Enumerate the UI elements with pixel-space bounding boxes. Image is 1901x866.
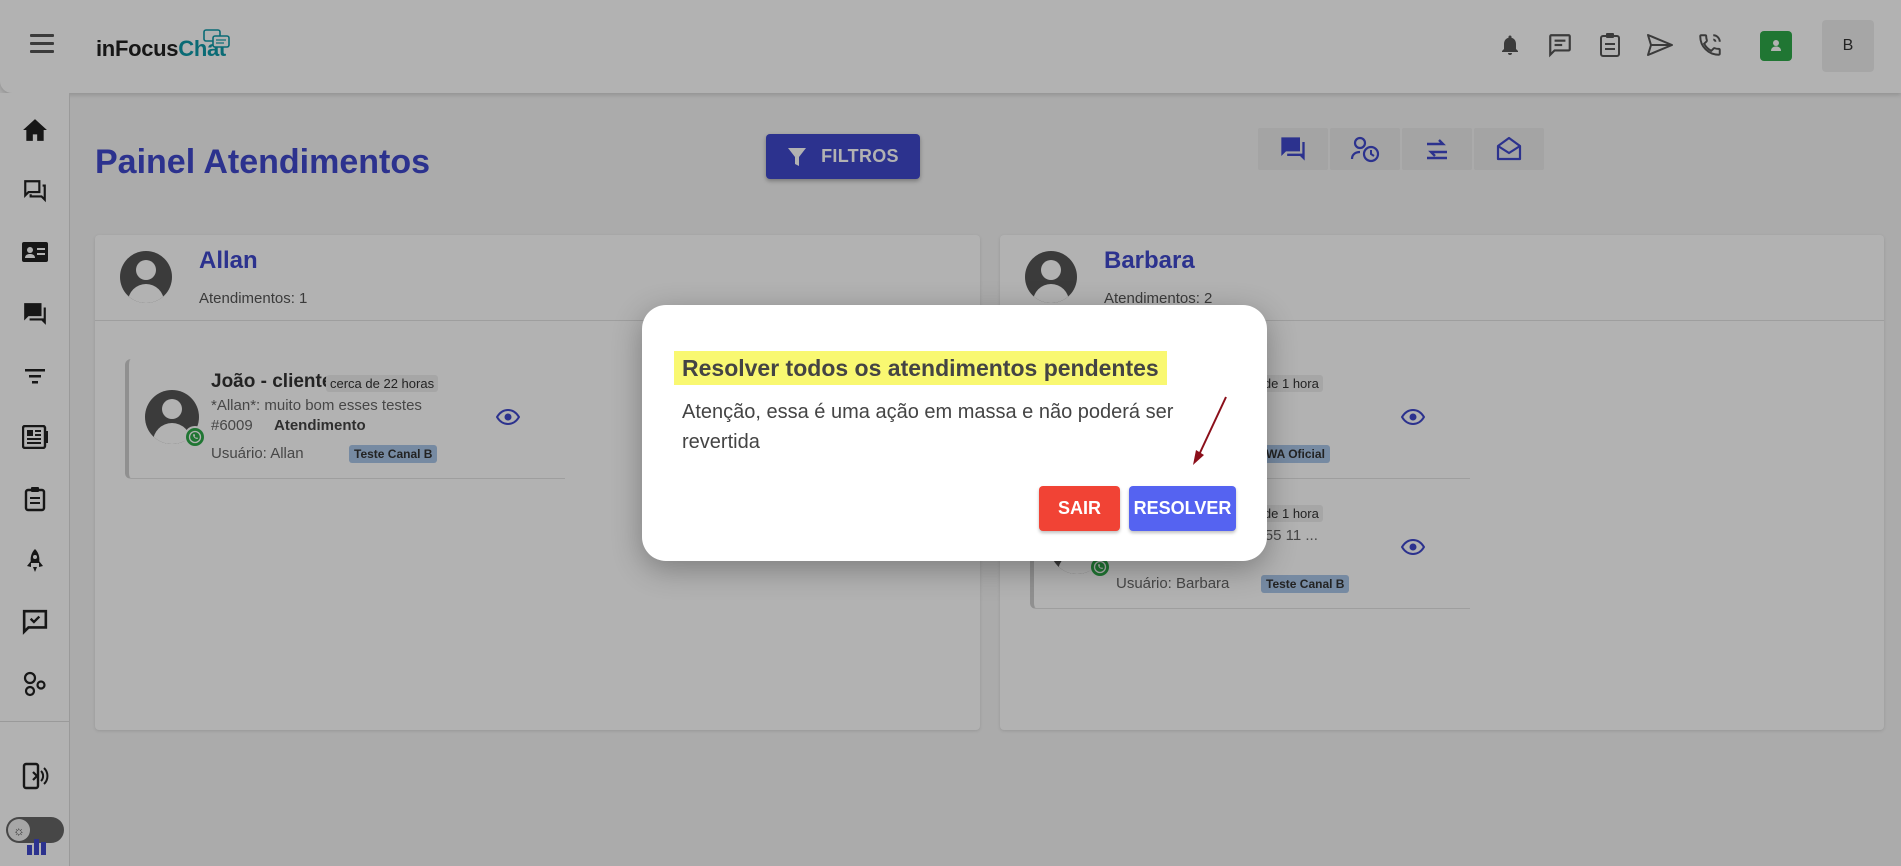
confirm-dialog: Resolver todos os atendimentos pendentes… [642,305,1267,561]
annotation-arrow-icon [1193,396,1227,465]
cancel-button[interactable]: SAIR [1039,486,1120,531]
dialog-message: Atenção, essa é uma ação em massa e não … [682,401,1174,453]
resolve-button[interactable]: RESOLVER [1129,486,1236,531]
dialog-title: Resolver todos os atendimentos pendentes [674,351,1167,385]
